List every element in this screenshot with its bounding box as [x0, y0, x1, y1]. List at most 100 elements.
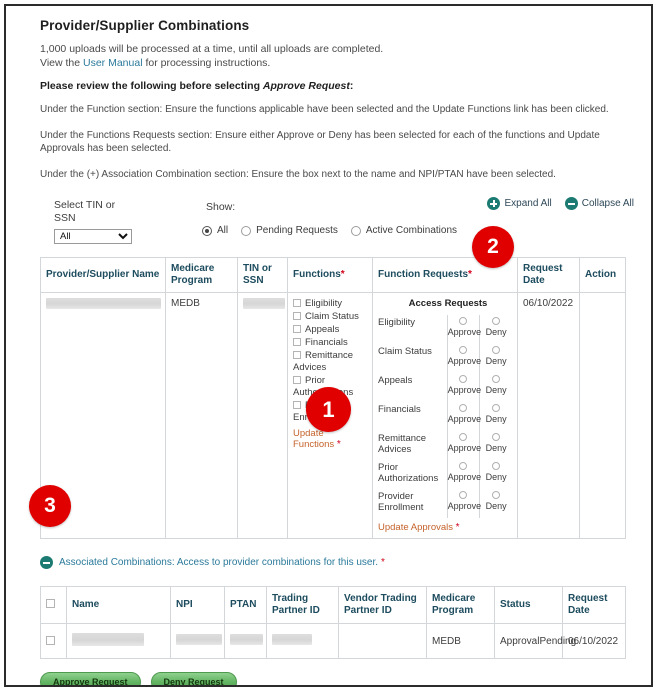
fr-approve-financials[interactable]: Approve — [446, 402, 481, 431]
approve-request-button[interactable]: Approve Request — [40, 672, 141, 685]
radio-icon-approve-provider-enrollment[interactable] — [459, 491, 468, 499]
associated-combinations-toggle[interactable]: Associated Combinations: Access to provi… — [40, 556, 640, 569]
checkbox-icon-select-all[interactable] — [46, 599, 55, 608]
col-assoc-request-date: Request Date — [562, 586, 626, 624]
instruction-line-3: Under the (+) Association Combination se… — [40, 169, 556, 180]
fr-approve-claim-status[interactable]: Approve — [446, 344, 481, 373]
intro-line-2-prefix: View the — [40, 57, 83, 69]
user-manual-link[interactable]: User Manual — [83, 57, 143, 69]
deny-request-button[interactable]: Deny Request — [150, 672, 237, 685]
required-marker-update-functions: * — [336, 439, 341, 450]
fr-approve-remittance-advices[interactable]: Approve — [446, 431, 482, 460]
cell-ptan — [224, 623, 267, 659]
fr-deny-label-prior-authorizations: Deny — [485, 472, 507, 482]
function-label-remittance-advices: Remittance Advices — [293, 350, 354, 373]
radio-icon-deny-appeals[interactable] — [492, 375, 501, 383]
radio-icon-deny-prior-authorizations[interactable] — [492, 462, 501, 470]
page-content: Provider/Supplier Combinations 1,000 upl… — [40, 14, 640, 685]
fr-deny-provider-enrollment[interactable]: Deny — [479, 489, 512, 518]
function-item-appeals[interactable]: Appeals — [293, 324, 367, 336]
col-tin-or-ssn: TIN or SSN — [237, 257, 288, 293]
function-item-financials[interactable]: Financials — [293, 337, 367, 349]
radio-icon-approve-financials[interactable] — [459, 404, 468, 412]
required-marker-functions: * — [340, 269, 345, 280]
function-requests-table: Eligibility Approve Deny Claim Status Ap… — [378, 315, 512, 518]
col-npi: NPI — [170, 586, 225, 624]
radio-icon-deny-eligibility[interactable] — [492, 317, 501, 325]
collapse-all-button[interactable]: Collapse All — [564, 197, 634, 210]
radio-icon-approve-prior-authorizations[interactable] — [459, 462, 468, 470]
col-select-all[interactable] — [40, 586, 67, 624]
radio-label-active-combinations: Active Combinations — [365, 225, 458, 236]
fr-deny-appeals[interactable]: Deny — [479, 373, 512, 402]
checkbox-icon-eligibility[interactable] — [293, 299, 301, 307]
fr-name-prior-authorizations: Prior Authorizations — [378, 462, 439, 484]
fr-approve-eligibility[interactable]: Approve — [446, 315, 481, 344]
review-suffix: : — [349, 80, 354, 92]
checkbox-icon-provider-enrollment[interactable] — [293, 401, 301, 409]
review-prefix: Please review the following before selec… — [40, 80, 263, 92]
radio-icon-deny-remittance-advices[interactable] — [492, 433, 501, 441]
radio-label-all: All — [217, 225, 229, 236]
checkbox-icon-financials[interactable] — [293, 338, 301, 346]
redacted-npi — [176, 634, 222, 645]
col-provider-supplier-name: Provider/Supplier Name — [40, 257, 166, 293]
fr-deny-label-provider-enrollment: Deny — [485, 501, 507, 511]
radio-icon-approve-remittance-advices[interactable] — [459, 433, 468, 441]
cell-row-checkbox[interactable] — [40, 623, 67, 659]
fr-deny-eligibility[interactable]: Deny — [479, 315, 512, 344]
instruction-line-1: Under the Function section: Ensure the f… — [40, 104, 609, 115]
expand-all-button[interactable]: Expand All — [487, 197, 552, 210]
col-functions-label: Functions — [293, 269, 341, 280]
cell-assoc-medicare-program: MEDB — [426, 623, 495, 659]
radio-icon-active-combinations — [350, 225, 361, 236]
action-buttons: Approve Request Deny Request — [40, 672, 640, 685]
checkbox-icon-appeals[interactable] — [293, 325, 301, 333]
fr-name-provider-enrollment: Provider Enrollment — [378, 491, 424, 513]
function-request-row-financials: Financials Approve Deny — [378, 402, 512, 431]
fr-deny-claim-status[interactable]: Deny — [479, 344, 512, 373]
fr-approve-provider-enrollment[interactable]: Approve — [446, 489, 482, 518]
cell-assoc-name — [66, 623, 171, 659]
fr-approve-appeals[interactable]: Approve — [446, 373, 481, 402]
fr-name-financials: Financials — [378, 404, 421, 415]
radio-option-active-combinations[interactable]: Active Combinations — [350, 225, 458, 236]
function-label-appeals: Appeals — [305, 324, 340, 335]
required-marker-function-requests: * — [468, 269, 472, 280]
minus-circle-icon-associated[interactable] — [40, 556, 53, 569]
radio-icon-deny-claim-status[interactable] — [492, 346, 501, 354]
radio-icon-approve-eligibility[interactable] — [459, 317, 468, 325]
fr-deny-financials[interactable]: Deny — [479, 402, 512, 431]
update-approvals-label: Update Approvals — [378, 522, 453, 533]
checkbox-icon-prior-authorizations[interactable] — [293, 376, 301, 384]
cell-tin-or-ssn — [237, 292, 288, 539]
radio-icon-deny-provider-enrollment[interactable] — [492, 491, 501, 499]
radio-option-pending-requests[interactable]: Pending Requests — [241, 225, 338, 236]
fr-approve-label-prior-authorizations: Approve — [447, 472, 482, 482]
function-item-claim-status[interactable]: Claim Status — [293, 311, 367, 323]
radio-icon-all — [202, 225, 212, 236]
fr-approve-label-remittance-advices: Approve — [447, 443, 482, 453]
function-item-remittance-advices[interactable]: Remittance Advices — [293, 350, 367, 374]
update-approvals-link[interactable]: Update Approvals * — [378, 522, 460, 533]
fr-approve-prior-authorizations[interactable]: Approve — [446, 460, 482, 489]
checkbox-icon-remittance-advices[interactable] — [293, 351, 301, 359]
checkbox-icon-row-select[interactable] — [46, 635, 55, 645]
plus-circle-icon — [487, 197, 501, 210]
radio-icon-approve-claim-status[interactable] — [459, 346, 468, 354]
cell-vendor-trading-partner-id — [338, 623, 427, 659]
fr-approve-label-provider-enrollment: Approve — [447, 501, 482, 511]
redacted-assoc-name — [72, 633, 144, 646]
checkbox-icon-claim-status[interactable] — [293, 312, 301, 320]
radio-icon-approve-appeals[interactable] — [459, 375, 468, 383]
function-request-row-appeals: Appeals Approve Deny — [378, 373, 512, 402]
cell-status: ApprovalPending — [494, 623, 576, 659]
fr-deny-prior-authorizations[interactable]: Deny — [479, 460, 512, 489]
function-request-row-provider-enrollment: Provider Enrollment Approve Deny — [378, 489, 512, 518]
function-item-eligibility[interactable]: Eligibility — [293, 298, 367, 310]
radio-option-all[interactable]: All — [202, 225, 228, 236]
redacted-provider-name — [46, 298, 161, 309]
tin-select[interactable]: All — [54, 229, 132, 244]
radio-icon-deny-financials[interactable] — [492, 404, 501, 412]
fr-deny-remittance-advices[interactable]: Deny — [479, 431, 512, 460]
